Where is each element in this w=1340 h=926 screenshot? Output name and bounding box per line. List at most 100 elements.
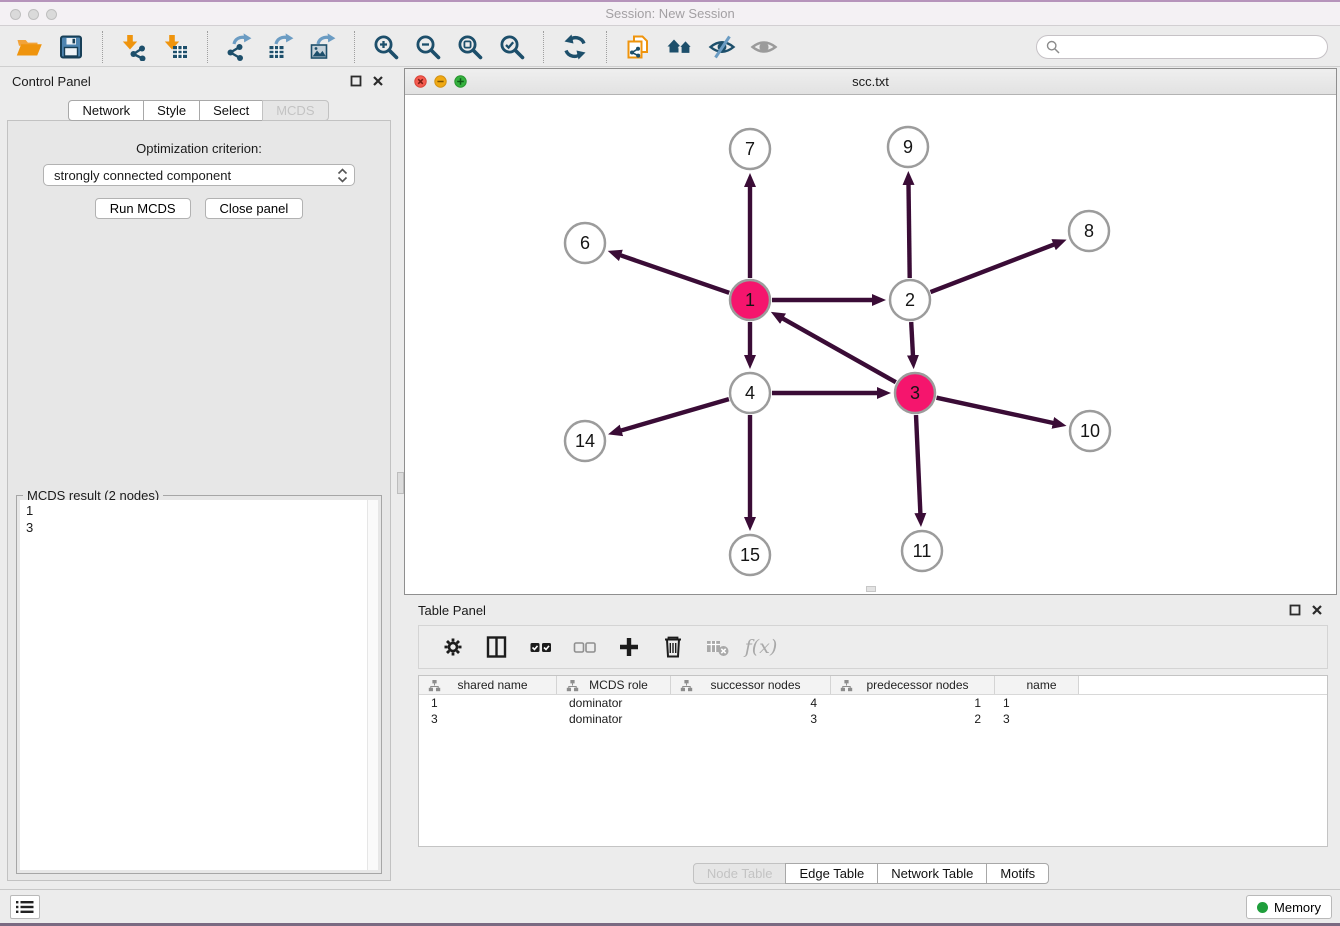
attribute-icon (840, 679, 853, 692)
column-header-predecessor-nodes[interactable]: predecessor nodes (831, 676, 995, 694)
node-14[interactable]: 14 (565, 421, 605, 461)
export-table-icon (267, 33, 295, 61)
node-2[interactable]: 2 (890, 280, 930, 320)
hide-selected-icon (708, 33, 736, 61)
edge-2-9[interactable] (909, 184, 910, 278)
node-6[interactable]: 6 (565, 223, 605, 263)
hide-selected-button[interactable] (706, 31, 738, 63)
result-scrollbar[interactable] (367, 500, 378, 870)
close-window-button[interactable] (10, 9, 21, 20)
show-all-button[interactable] (748, 31, 780, 63)
edge-3-1[interactable] (782, 318, 896, 382)
toggle-panel-button[interactable] (482, 632, 512, 662)
zoom-out-button[interactable] (412, 31, 444, 63)
window-titlebar: Session: New Session (0, 2, 1340, 26)
network-graph[interactable]: 7 9 6 8 1 2 4 3 14 10 15 11 (405, 95, 1336, 594)
column-header-shared-name[interactable]: shared name (419, 676, 557, 694)
tab-mcds[interactable]: MCDS (262, 100, 328, 121)
delete-table-button[interactable] (702, 632, 732, 662)
toolbar-separator (102, 31, 103, 63)
table-cell: dominator (557, 696, 671, 710)
search-input[interactable] (1065, 37, 1327, 57)
minimize-window-button[interactable] (28, 9, 39, 20)
float-table-panel-button[interactable] (1288, 603, 1302, 617)
zoom-selected-button[interactable] (496, 31, 528, 63)
network-window-title: scc.txt (405, 69, 1336, 94)
close-panel-button[interactable]: Close panel (205, 198, 304, 219)
node-1[interactable]: 1 (730, 280, 770, 320)
import-table-icon (162, 33, 190, 61)
edge-2-8[interactable] (931, 244, 1055, 292)
open-session-button[interactable] (13, 31, 45, 63)
column-header-name[interactable]: name (995, 676, 1079, 694)
tab-network[interactable]: Network (68, 100, 144, 121)
unselect-all-columns-icon (572, 634, 598, 660)
node-15[interactable]: 15 (730, 535, 770, 575)
float-panel-button[interactable] (349, 74, 363, 88)
node-3[interactable]: 3 (895, 373, 935, 413)
node-4[interactable]: 4 (730, 373, 770, 413)
select-all-columns-button[interactable] (526, 632, 556, 662)
zoom-window-button[interactable] (46, 9, 57, 20)
criterion-select[interactable]: strongly connected component (43, 164, 355, 186)
close-panel-x-button[interactable] (371, 74, 385, 88)
node-7[interactable]: 7 (730, 129, 770, 169)
export-image-button[interactable] (307, 31, 339, 63)
column-header-successor-nodes[interactable]: successor nodes (671, 676, 831, 694)
criterion-value: strongly connected component (54, 168, 231, 183)
memory-label: Memory (1274, 900, 1321, 915)
table-cell: 3 (419, 712, 557, 726)
refresh-view-button[interactable] (559, 31, 591, 63)
edge-3-11[interactable] (916, 415, 920, 514)
zoom-fit-button[interactable] (454, 31, 486, 63)
run-mcds-button[interactable]: Run MCDS (95, 198, 191, 219)
save-session-button[interactable] (55, 31, 87, 63)
clone-network-button[interactable] (622, 31, 654, 63)
tab-motifs[interactable]: Motifs (986, 863, 1049, 884)
tab-select[interactable]: Select (199, 100, 263, 121)
memory-button[interactable]: Memory (1246, 895, 1332, 919)
export-table-button[interactable] (265, 31, 297, 63)
table-row[interactable]: 3dominator323 (419, 711, 1327, 727)
mcds-result-list[interactable]: 13 (20, 500, 367, 870)
first-neighbors-button[interactable] (664, 31, 696, 63)
tab-node-table[interactable]: Node Table (693, 863, 787, 884)
tab-network-table[interactable]: Network Table (877, 863, 987, 884)
export-network-button[interactable] (223, 31, 255, 63)
table-options-button[interactable] (438, 632, 468, 662)
node-11[interactable]: 11 (902, 531, 942, 571)
node-9[interactable]: 9 (888, 127, 928, 167)
splitter-grip-icon[interactable] (397, 472, 404, 494)
column-header-MCDS-role[interactable]: MCDS role (557, 676, 671, 694)
maximize-view-button[interactable] (454, 75, 467, 93)
canvas-scroll-grip[interactable] (866, 586, 876, 592)
minimize-view-button[interactable] (434, 75, 447, 93)
zoom-in-button[interactable] (370, 31, 402, 63)
delete-columns-button[interactable] (658, 632, 688, 662)
table-cell: dominator (557, 712, 671, 726)
close-table-panel-button[interactable] (1310, 603, 1324, 617)
unselect-all-columns-button[interactable] (570, 632, 600, 662)
edge-4-14[interactable] (621, 399, 729, 431)
edge-3-10[interactable] (937, 398, 1054, 423)
node-10[interactable]: 10 (1070, 411, 1110, 451)
create-column-icon (616, 634, 642, 660)
tab-edge-table[interactable]: Edge Table (785, 863, 878, 884)
import-network-button[interactable] (118, 31, 150, 63)
task-history-button[interactable] (10, 895, 40, 919)
node-8[interactable]: 8 (1069, 211, 1109, 251)
edge-2-3[interactable] (911, 322, 913, 356)
edge-1-6[interactable] (620, 255, 729, 293)
memory-status-icon (1257, 902, 1268, 913)
tab-style[interactable]: Style (143, 100, 200, 121)
window-controls (10, 9, 57, 20)
function-builder-button[interactable]: f(x) (746, 632, 776, 662)
table-row[interactable]: 1dominator411 (419, 695, 1327, 711)
session-title: Session: New Session (0, 2, 1340, 25)
close-view-button[interactable] (414, 75, 427, 93)
svg-text:11: 11 (913, 541, 932, 561)
network-canvas[interactable]: 7 9 6 8 1 2 4 3 14 10 15 11 (405, 95, 1336, 594)
import-table-button[interactable] (160, 31, 192, 63)
create-column-button[interactable] (614, 632, 644, 662)
network-window-titlebar: scc.txt (405, 69, 1336, 95)
